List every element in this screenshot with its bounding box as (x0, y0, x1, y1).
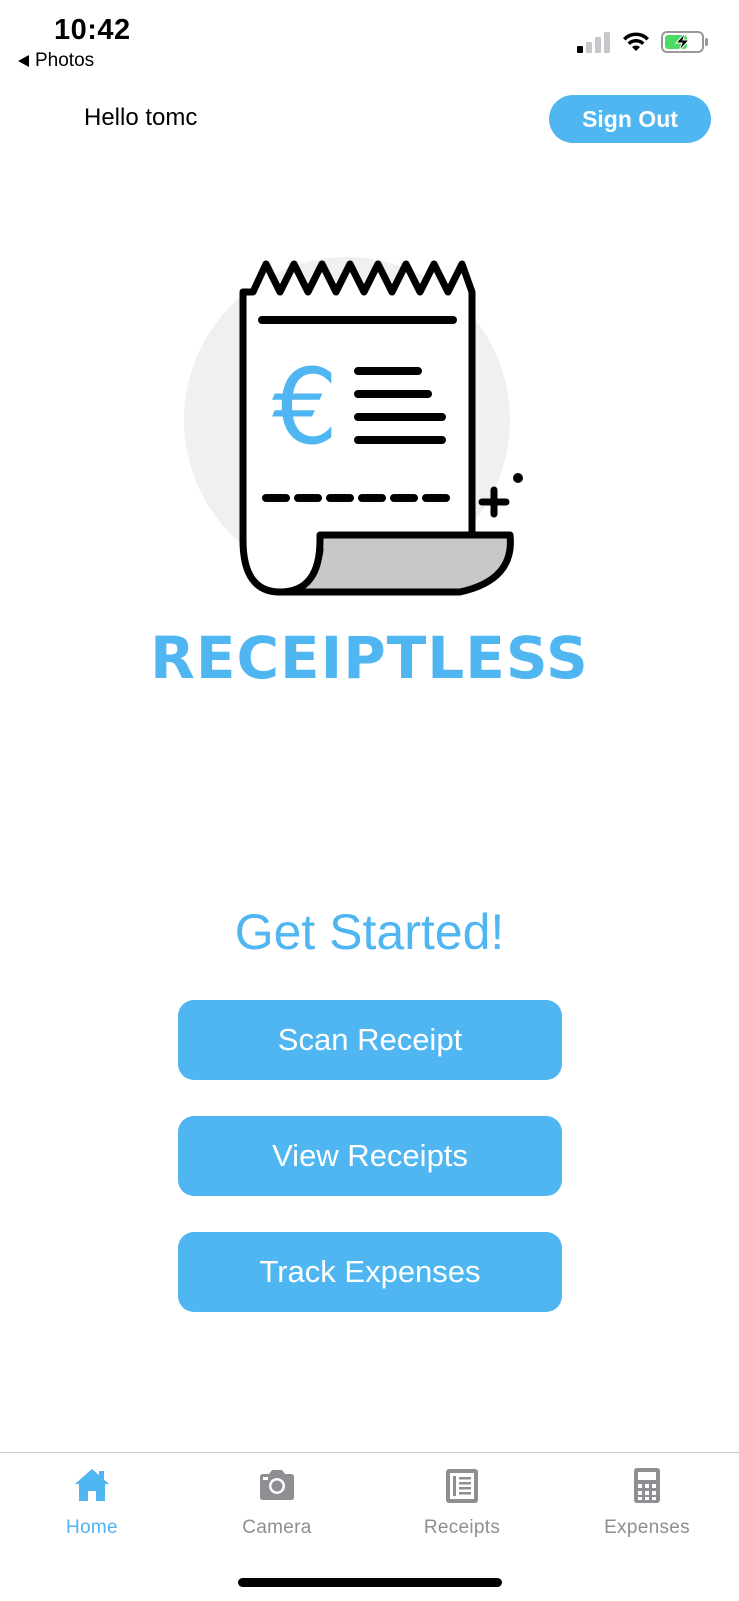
back-to-photos-link[interactable]: Photos (18, 50, 94, 72)
get-started-heading: Get Started! (234, 904, 505, 960)
scan-receipt-button[interactable]: Scan Receipt (178, 1000, 562, 1080)
back-arrow-icon (18, 55, 29, 67)
tab-receipts-label: Receipts (423, 1517, 501, 1538)
euro-symbol: € (272, 346, 338, 468)
back-label: Photos (35, 50, 95, 71)
status-icons (577, 30, 709, 54)
status-time: 10:42 (54, 14, 131, 46)
wifi-icon (623, 32, 649, 51)
calculator-icon (634, 1468, 660, 1503)
tab-camera-label: Camera (242, 1517, 312, 1538)
greeting-text: Hello tomc (84, 104, 198, 131)
tab-camera[interactable]: Camera (185, 1465, 369, 1555)
tab-home-label: Home (66, 1517, 118, 1538)
home-icon (75, 1469, 109, 1501)
cellular-signal-icon (577, 32, 610, 53)
tab-expenses[interactable]: Expenses (555, 1465, 739, 1555)
tab-home[interactable]: Home (0, 1465, 184, 1555)
receipts-icon (446, 1469, 478, 1503)
battery-charging-icon (661, 31, 708, 53)
brand-wordmark: RECEIPTLESS (150, 624, 589, 692)
home-indicator[interactable] (238, 1578, 502, 1587)
track-expenses-button[interactable]: Track Expenses (178, 1232, 562, 1312)
tab-receipts[interactable]: Receipts (370, 1465, 554, 1555)
receipt-logo-icon: € (184, 257, 523, 596)
tab-expenses-label: Expenses (604, 1517, 690, 1538)
view-receipts-button[interactable]: View Receipts (178, 1116, 562, 1196)
sign-out-button[interactable]: Sign Out (549, 95, 711, 143)
camera-icon (260, 1470, 294, 1500)
